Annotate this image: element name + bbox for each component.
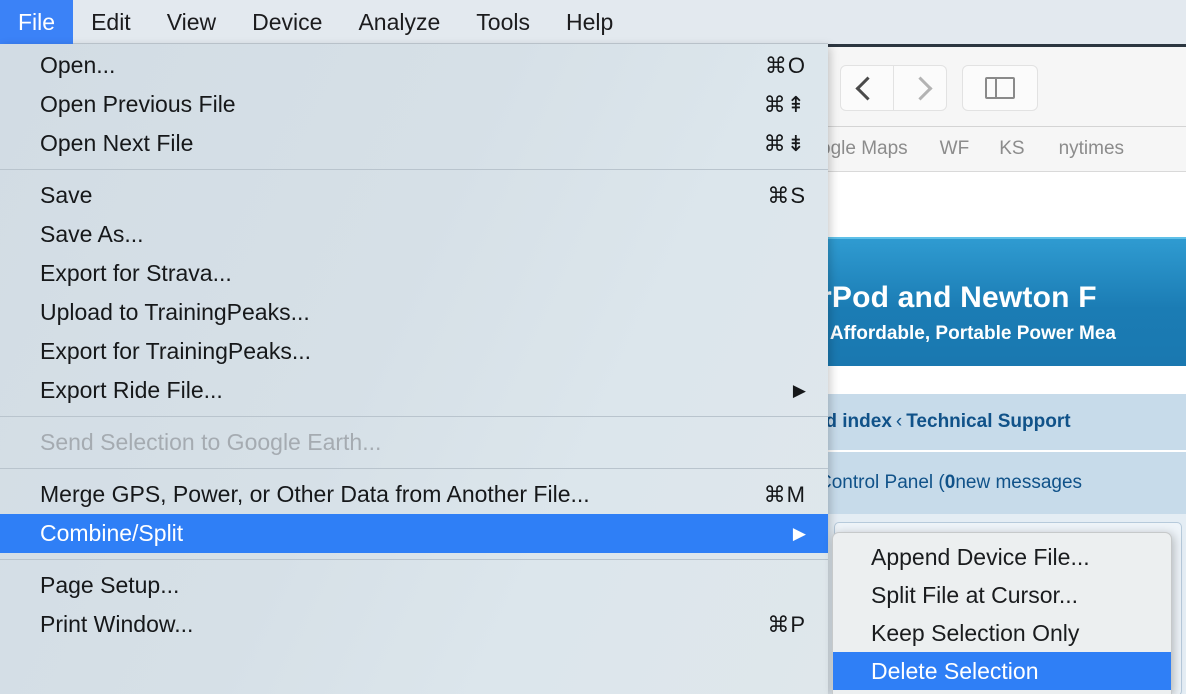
menu-item-shortcut: ⌘O bbox=[764, 52, 806, 78]
sidebar-toggle-button[interactable] bbox=[962, 65, 1038, 111]
bookmark-ks[interactable]: KS bbox=[999, 138, 1024, 160]
menu-item-open-previous-file[interactable]: Open Previous File ⌘⇞ bbox=[0, 85, 828, 124]
menu-separator bbox=[0, 559, 828, 560]
breadcrumb: rd index ‹ Technical Support bbox=[828, 394, 1186, 452]
chevron-left-icon bbox=[854, 75, 880, 101]
forward-button[interactable] bbox=[894, 65, 947, 111]
submenu-item-label: Delete Selection bbox=[871, 657, 1039, 684]
menu-item-shortcut: ⌘M bbox=[763, 481, 806, 507]
menu-item-save-as[interactable]: Save As... bbox=[0, 215, 828, 254]
banner-subtitle: , Affordable, Portable Power Mea bbox=[828, 323, 1116, 344]
screen-root: ogle Maps WF KS nytimes rPod and Newton … bbox=[0, 0, 1186, 694]
menu-item-export-for-trainingpeaks[interactable]: Export for TrainingPeaks... bbox=[0, 332, 828, 371]
menu-item-label: Open Previous File bbox=[40, 91, 236, 117]
menu-file[interactable]: File bbox=[0, 0, 74, 44]
menu-help[interactable]: Help bbox=[548, 0, 631, 44]
menu-view[interactable]: View bbox=[149, 0, 234, 44]
site-banner: rPod and Newton F , Affordable, Portable… bbox=[828, 237, 1186, 366]
chevron-right-icon bbox=[907, 75, 933, 101]
menu-item-print-window[interactable]: Print Window... ⌘P bbox=[0, 605, 828, 644]
menu-edit[interactable]: Edit bbox=[73, 0, 149, 44]
submenu-item-keep-selection-only[interactable]: Keep Selection Only bbox=[833, 614, 1171, 652]
submenu-item-split-file-at-cursor[interactable]: Split File at Cursor... bbox=[833, 576, 1171, 614]
bookmark-google-maps[interactable]: ogle Maps bbox=[828, 138, 908, 160]
sidebar-toggle-icon bbox=[985, 77, 1015, 99]
menu-item-shortcut: ⌘⇟ bbox=[763, 130, 806, 156]
breadcrumb-technical-support[interactable]: Technical Support bbox=[906, 411, 1070, 433]
menu-item-upload-to-trainingpeaks[interactable]: Upload to TrainingPeaks... bbox=[0, 293, 828, 332]
submenu-item-append-device-file[interactable]: Append Device File... bbox=[833, 538, 1171, 576]
banner-title: rPod and Newton F bbox=[828, 281, 1097, 314]
menu-item-label: Open Next File bbox=[40, 130, 194, 156]
file-dropdown-menu: Open... ⌘O Open Previous File ⌘⇞ Open Ne… bbox=[0, 44, 828, 694]
menu-item-export-for-strava[interactable]: Export for Strava... bbox=[0, 254, 828, 293]
menu-item-label: Print Window... bbox=[40, 611, 194, 637]
menu-item-label: Export for Strava... bbox=[40, 260, 232, 286]
menu-item-label: Save bbox=[40, 182, 93, 208]
bookmark-wf[interactable]: WF bbox=[940, 138, 970, 160]
bookmark-nytimes[interactable]: nytimes bbox=[1059, 138, 1124, 160]
menu-item-open-next-file[interactable]: Open Next File ⌘⇟ bbox=[0, 124, 828, 163]
menu-item-label: Combine/Split bbox=[40, 520, 184, 546]
control-panel-row: Control Panel ( 0 new messages bbox=[828, 452, 1186, 514]
menu-item-label: Open... bbox=[40, 52, 116, 78]
menu-item-label: Send Selection to Google Earth... bbox=[40, 429, 382, 455]
menu-item-page-setup[interactable]: Page Setup... bbox=[0, 566, 828, 605]
submenu-item-label: Append Device File... bbox=[871, 543, 1090, 570]
menu-separator bbox=[0, 169, 828, 170]
menu-item-export-ride-file[interactable]: Export Ride File... ▶ bbox=[0, 371, 828, 410]
menu-item-save[interactable]: Save ⌘S bbox=[0, 176, 828, 215]
menu-item-label: Upload to TrainingPeaks... bbox=[40, 299, 310, 325]
menu-analyze[interactable]: Analyze bbox=[340, 0, 458, 44]
menu-item-shortcut: ⌘⇞ bbox=[763, 91, 806, 117]
menu-bar-items: File Edit View Device Analyze Tools Help bbox=[0, 0, 631, 44]
page-whitespace-top bbox=[828, 172, 1186, 237]
menu-item-shortcut: ⌘S bbox=[767, 182, 806, 208]
new-message-count: 0 bbox=[944, 472, 956, 493]
menu-item-shortcut: ⌘P bbox=[767, 611, 806, 637]
page-whitespace-mid bbox=[828, 366, 1186, 394]
control-panel-prefix[interactable]: Control Panel ( bbox=[828, 472, 945, 494]
bookmarks-bar: ogle Maps WF KS nytimes bbox=[828, 127, 1186, 172]
menu-item-label: Save As... bbox=[40, 221, 144, 247]
menu-item-label: Page Setup... bbox=[40, 572, 180, 598]
menu-item-combine-split[interactable]: Combine/Split ▶ bbox=[0, 514, 828, 553]
menu-item-label: Export Ride File... bbox=[40, 377, 223, 403]
submenu-arrow-icon: ▶ bbox=[792, 381, 806, 400]
menu-separator bbox=[0, 468, 828, 469]
submenu-item-label: Keep Selection Only bbox=[871, 619, 1080, 646]
browser-toolbar bbox=[828, 47, 1186, 127]
breadcrumb-board-index[interactable]: rd index bbox=[828, 411, 892, 433]
combine-split-submenu: Append Device File... Split File at Curs… bbox=[832, 532, 1172, 694]
back-button[interactable] bbox=[840, 65, 894, 111]
menu-item-send-selection-to-google-earth: Send Selection to Google Earth... bbox=[0, 423, 828, 462]
control-panel-suffix: new messages bbox=[955, 472, 1083, 493]
submenu-item-label: Split File at Cursor... bbox=[871, 581, 1079, 608]
menu-item-label: Export for TrainingPeaks... bbox=[40, 338, 312, 364]
submenu-item-delete-selection[interactable]: Delete Selection bbox=[833, 652, 1171, 690]
menu-item-open[interactable]: Open... ⌘O bbox=[0, 46, 828, 85]
menu-item-label: Merge GPS, Power, or Other Data from Ano… bbox=[40, 481, 590, 507]
menu-item-merge-gps-power-other-data[interactable]: Merge GPS, Power, or Other Data from Ano… bbox=[0, 475, 828, 514]
submenu-arrow-icon: ▶ bbox=[792, 524, 806, 543]
menu-tools[interactable]: Tools bbox=[458, 0, 548, 44]
menu-bar: File Edit View Device Analyze Tools Help bbox=[0, 0, 1186, 44]
menu-device[interactable]: Device bbox=[234, 0, 340, 44]
menu-separator bbox=[0, 416, 828, 417]
breadcrumb-separator-icon: ‹ bbox=[895, 411, 903, 432]
navigation-button-group bbox=[840, 65, 947, 111]
